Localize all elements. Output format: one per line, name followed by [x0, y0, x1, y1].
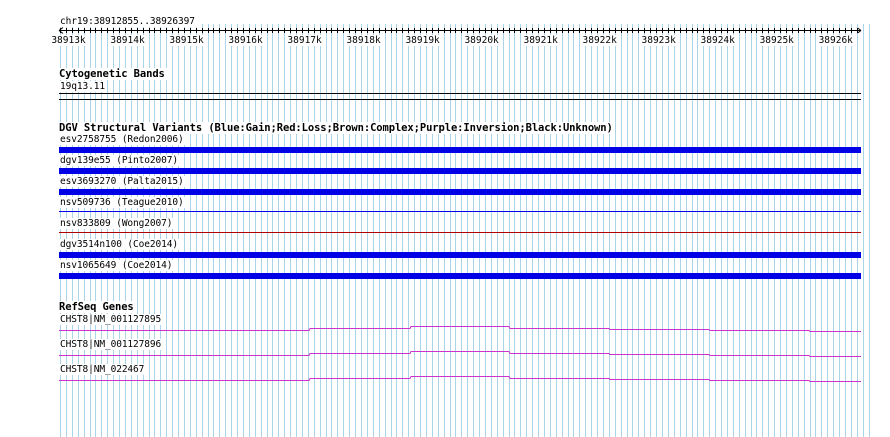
dgv-variant-bar[interactable] [59, 273, 861, 279]
cytoband-line-top [59, 93, 861, 94]
refseq-gene-label[interactable]: CHST8|NM_001127895 [60, 314, 164, 325]
dgv-variant-bar[interactable] [59, 232, 861, 233]
ruler-tick-label: 38919k [404, 35, 441, 46]
ruler-tick-label: 38923k [640, 35, 677, 46]
cytoband-label: 19q13.11 [60, 81, 107, 92]
dgv-variant-bar[interactable] [59, 211, 861, 212]
ruler-tick-label: 38918k [345, 35, 382, 46]
dgv-variant-bar[interactable] [59, 147, 861, 153]
ruler-tick-label: 38921k [522, 35, 559, 46]
ruler-tick-label: 38925k [758, 35, 795, 46]
dgv-variant-bar[interactable] [59, 168, 861, 174]
dgv-variant-label[interactable]: nsv1065649 (Coe2014) [60, 260, 175, 271]
refseq-gene-label[interactable]: CHST8|NM_001127896 [60, 339, 164, 350]
ruler-tick-label: 38926k [817, 35, 854, 46]
ruler-tick-label: 38913k [50, 35, 87, 46]
ruler-tick-label: 38916k [227, 35, 264, 46]
ruler-tick-label: 38924k [699, 35, 736, 46]
cytoband-line-bottom [59, 99, 861, 100]
ruler-tick-label: 38920k [463, 35, 500, 46]
refseq-track-title: RefSeq Genes [59, 301, 136, 313]
ruler-tick-label: 38915k [168, 35, 205, 46]
dgv-variant-label[interactable]: dgv3514n100 (Coe2014) [60, 239, 181, 250]
ruler-tick-label: 38922k [581, 35, 618, 46]
dgv-variant-label[interactable]: esv2758755 (Redon2006) [60, 134, 186, 145]
dgv-variant-label[interactable]: dgv139e55 (Pinto2007) [60, 155, 181, 166]
dgv-variant-label[interactable]: esv3693270 (Palta2015) [60, 176, 186, 187]
region-label: chr19:38912855..38926397 [60, 16, 197, 27]
ruler-tick-label: 38914k [109, 35, 146, 46]
dgv-variant-bar[interactable] [59, 189, 861, 195]
genome-browser-view: chr19:38912855..38926397 38913k 38914k 389… [0, 0, 890, 437]
dgv-variant-label[interactable]: nsv833809 (Wong2007) [60, 218, 175, 229]
cytoband-track-title: Cytogenetic Bands [59, 68, 167, 80]
dgv-variant-label[interactable]: nsv509736 (Teague2010) [60, 197, 186, 208]
ruler-tick-label: 38917k [286, 35, 323, 46]
dgv-track-title: DGV Structural Variants (Blue:Gain;Red:L… [59, 122, 615, 134]
dgv-variant-bar[interactable] [59, 252, 861, 258]
refseq-gene-label[interactable]: CHST8|NM_022467 [60, 364, 147, 375]
